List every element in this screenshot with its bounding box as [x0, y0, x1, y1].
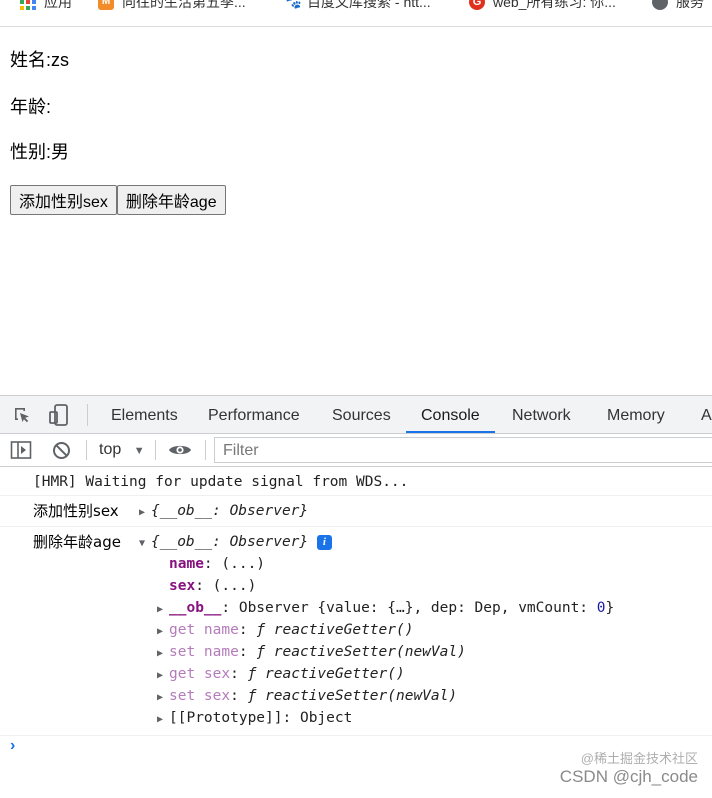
tab-sources[interactable]: Sources [332, 396, 391, 433]
watermark: @稀土掘金技术社区 CSDN @cjh_code [560, 748, 698, 787]
console-prompt[interactable]: › [10, 737, 15, 755]
expand-arrow-icon: ▶ [157, 670, 164, 681]
bookmark-services[interactable]: 服务 [652, 0, 704, 12]
console-message-add-sex: 添加性别sex ▶ {__ob__: Observer} [0, 496, 712, 527]
context-selector[interactable]: top ▼ [99, 434, 145, 466]
property-name[interactable]: name: (...) [169, 554, 265, 574]
age-line: 年龄: [10, 97, 52, 117]
tab-more[interactable]: A [701, 396, 712, 433]
expand-arrow-icon: ▶ [157, 626, 164, 637]
tab-separator [87, 404, 88, 426]
tab-console[interactable]: Console [406, 396, 495, 433]
mango-tv-icon: M [98, 0, 114, 10]
gitee-icon: G [469, 0, 485, 10]
bookmark-apps[interactable]: 应用 [20, 0, 72, 12]
inspect-element-icon[interactable] [12, 405, 32, 430]
toolbar-separator [86, 440, 87, 460]
toolbar-separator [205, 440, 206, 460]
bookmarks-bar: 应用 M 向往的生活第五季... 🐾 百度文库搜索 - htt... G web… [0, 0, 712, 27]
tab-performance[interactable]: Performance [208, 396, 300, 433]
context-label: top [99, 441, 122, 458]
bookmark-label: web_所有练习: 你... [493, 0, 616, 10]
watermark-csdn: CSDN @cjh_code [559, 767, 698, 786]
tab-network[interactable]: Network [512, 396, 571, 433]
tab-memory[interactable]: Memory [607, 396, 665, 433]
filter-input[interactable]: Filter [214, 437, 712, 463]
watermark-juejin: @稀土掘金技术社区 [580, 751, 698, 766]
property-set-sex[interactable]: ▶ set sex: ƒ reactiveSetter(newVal) [157, 686, 457, 708]
toolbar-separator [155, 440, 156, 460]
name-line: 姓名:zs [10, 50, 70, 70]
expand-arrow-icon: ▶ [157, 692, 164, 703]
console-toolbar: top ▼ Filter [0, 434, 712, 467]
devtools-tab-bar: Elements Performance Sources Console Net… [0, 396, 712, 434]
bookmark-label: 应用 [44, 0, 72, 10]
bookmark-label: 服务 [676, 0, 704, 10]
bookmark-mango-tv[interactable]: M 向往的生活第五季... [98, 0, 246, 12]
devtools-panel: Elements Performance Sources Console Net… [0, 395, 712, 798]
property-sex[interactable]: sex: (...) [169, 576, 256, 596]
globe-icon [652, 0, 668, 10]
console-message-delete-age: 删除年龄age ▼ {__ob__: Observer} i name: (...… [0, 527, 712, 736]
bookmark-label: 向往的生活第五季... [122, 0, 246, 10]
console-log-label: 删除年龄age [33, 533, 121, 551]
console-message-hmr: [HMR] Waiting for update signal from WDS… [0, 467, 712, 496]
property-prototype[interactable]: ▶ [[Prototype]]: Object [157, 708, 352, 730]
expand-arrow-icon: ▶ [157, 714, 164, 725]
console-object[interactable]: ▶ {__ob__: Observer} [139, 501, 308, 523]
sex-line: 性别:男 [10, 142, 70, 162]
add-sex-button[interactable]: 添加性别sex [10, 185, 117, 215]
sidebar-toggle-icon[interactable] [10, 440, 32, 465]
delete-age-button[interactable]: 删除年龄age [116, 185, 226, 215]
eye-icon[interactable] [168, 442, 192, 463]
property-set-name[interactable]: ▶ set name: ƒ reactiveSetter(newVal) [157, 642, 466, 664]
bookmark-baidu[interactable]: 🐾 百度文库搜索 - htt... [283, 0, 431, 12]
bookmark-label: 百度文库搜索 - htt... [307, 0, 431, 10]
tab-elements[interactable]: Elements [111, 396, 178, 433]
expand-arrow-icon: ▶ [157, 648, 164, 659]
button-row: 添加性别sex 删除年龄age [10, 185, 226, 215]
console-text: [HMR] Waiting for update signal from WDS… [33, 474, 409, 490]
dropdown-arrow-icon: ▼ [133, 445, 145, 457]
device-toolbar-icon[interactable] [48, 403, 70, 432]
property-get-name[interactable]: ▶ get name: ƒ reactiveGetter() [157, 620, 413, 642]
bookmark-gitee[interactable]: G web_所有练习: 你... [469, 0, 616, 12]
apps-icon [20, 0, 36, 10]
baidu-paw-icon: 🐾 [283, 0, 302, 10]
expand-arrow-icon: ▶ [139, 507, 146, 518]
info-icon[interactable]: i [316, 535, 332, 550]
collapse-arrow-icon: ▼ [139, 538, 146, 549]
property-get-sex[interactable]: ▶ get sex: ƒ reactiveGetter() [157, 664, 405, 686]
property-ob[interactable]: ▶ __ob__: Observer {value: {…}, dep: Dep,… [157, 598, 614, 620]
console-log-label: 添加性别sex [33, 502, 119, 520]
expand-arrow-icon: ▶ [157, 604, 164, 615]
console-object-expanded[interactable]: ▼ {__ob__: Observer} i [139, 532, 332, 554]
clear-console-icon[interactable] [52, 441, 71, 465]
